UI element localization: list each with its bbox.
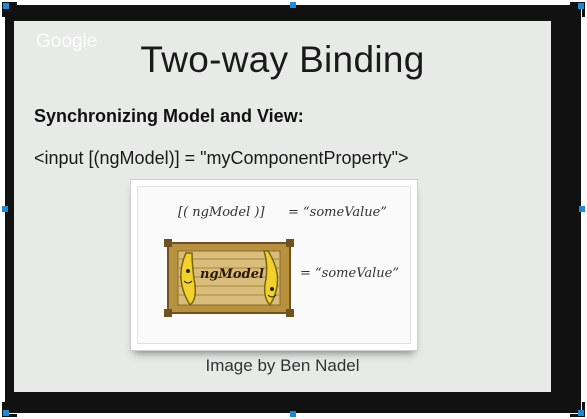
resize-handle-top-right[interactable] <box>578 3 584 9</box>
value-label-bottom: = “someValue” <box>300 266 400 281</box>
resize-handle-bottom-left[interactable] <box>3 410 9 416</box>
resize-handle-top[interactable] <box>290 2 296 8</box>
presentation-slide: Google Two-way Binding Synchronizing Mod… <box>14 21 551 392</box>
slide-subtitle: Synchronizing Model and View: <box>34 106 304 126</box>
value-label-top: = “someValue” <box>288 205 388 220</box>
code-example: <input [(ngModel)] = "myComponentPropert… <box>34 148 409 168</box>
resize-handle-top-left[interactable] <box>3 3 9 9</box>
syntax-label: [( ngModel )] <box>178 205 265 220</box>
resize-handle-left[interactable] <box>2 206 8 212</box>
box-label: ngModel <box>200 267 264 282</box>
video-frame: Google Two-way Binding Synchronizing Mod… <box>5 5 581 413</box>
banana-in-a-box-image: [( ngModel )] = “someValue” ngModel = “s… <box>130 179 418 351</box>
resize-handle-right[interactable] <box>579 206 585 212</box>
image-caption: Image by Ben Nadel <box>205 356 360 375</box>
resize-handle-bottom[interactable] <box>290 411 296 417</box>
image-inner-frame: [( ngModel )] = “someValue” ngModel = “s… <box>137 186 411 344</box>
slide-title: Two-way Binding <box>140 39 425 80</box>
resize-handle-bottom-right[interactable] <box>578 410 584 416</box>
